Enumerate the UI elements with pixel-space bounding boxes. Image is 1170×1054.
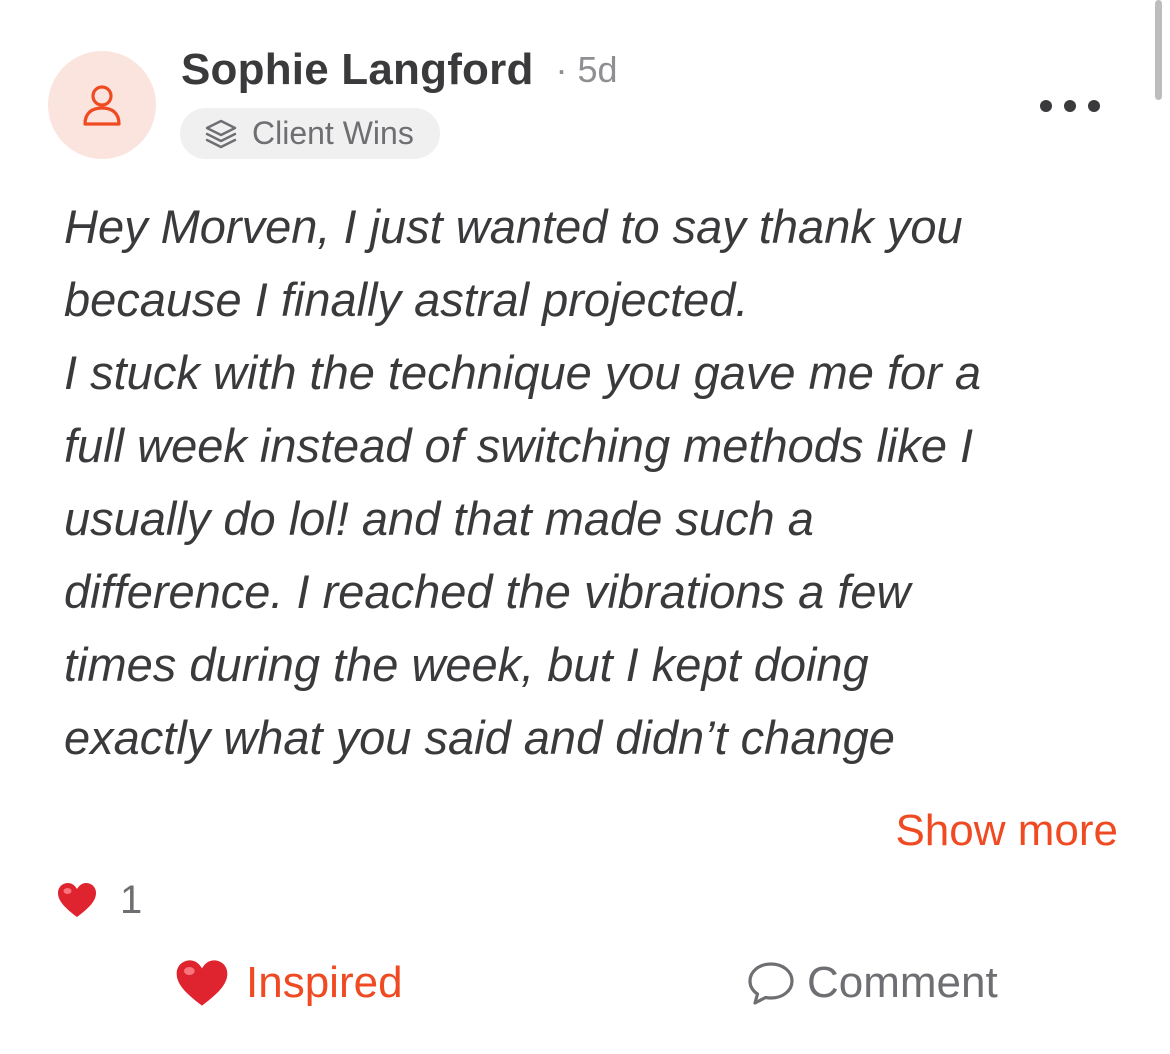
user-icon [83,85,121,126]
heart-icon [58,883,96,917]
post-body-line: because I finally astral projected. [64,273,749,326]
comment-label: Comment [807,958,998,1007]
heart-icon [176,960,228,1006]
inspired-label: Inspired [246,958,403,1007]
post-card: Sophie Langford · 5d Client Wins Hey Mor… [0,0,1170,1054]
avatar[interactable] [48,51,156,159]
post-body-line: exactly what you said and didn’t change [64,711,895,764]
show-more-link[interactable]: Show more [895,806,1118,856]
separator-dot: · [555,49,568,90]
reaction-count: 1 [120,877,143,922]
more-horizontal-icon [1040,100,1052,112]
post-age: 5d [577,49,618,90]
post-body-line: usually do lol! and that made such a [64,492,814,545]
post-body-line: Hey Morven, I just wanted to say thank y… [64,200,963,253]
inspired-button[interactable]: Inspired [174,950,403,1016]
scrollbar[interactable] [1155,0,1162,100]
post-body: Hey Morven, I just wanted to say thank y… [64,190,1124,774]
category-pill[interactable]: Client Wins [180,108,440,159]
post-body-line: difference. I reached the vibrations a f… [64,565,911,618]
comment-button[interactable]: Comment [745,950,998,1016]
author-name[interactable]: Sophie Langford [181,45,534,95]
reaction-summary[interactable]: 1 [56,874,142,926]
layers-icon [205,119,237,148]
more-options-button[interactable] [1040,88,1100,124]
speech-bubble-icon [748,962,794,1005]
post-body-line: I stuck with the technique you gave me f… [64,346,982,399]
author-row: Sophie Langford · 5d [181,42,618,98]
post-body-line: times during the week, but I kept doing [64,638,869,691]
post-body-line: full week instead of switching methods l… [64,419,974,472]
category-label: Client Wins [252,115,414,151]
